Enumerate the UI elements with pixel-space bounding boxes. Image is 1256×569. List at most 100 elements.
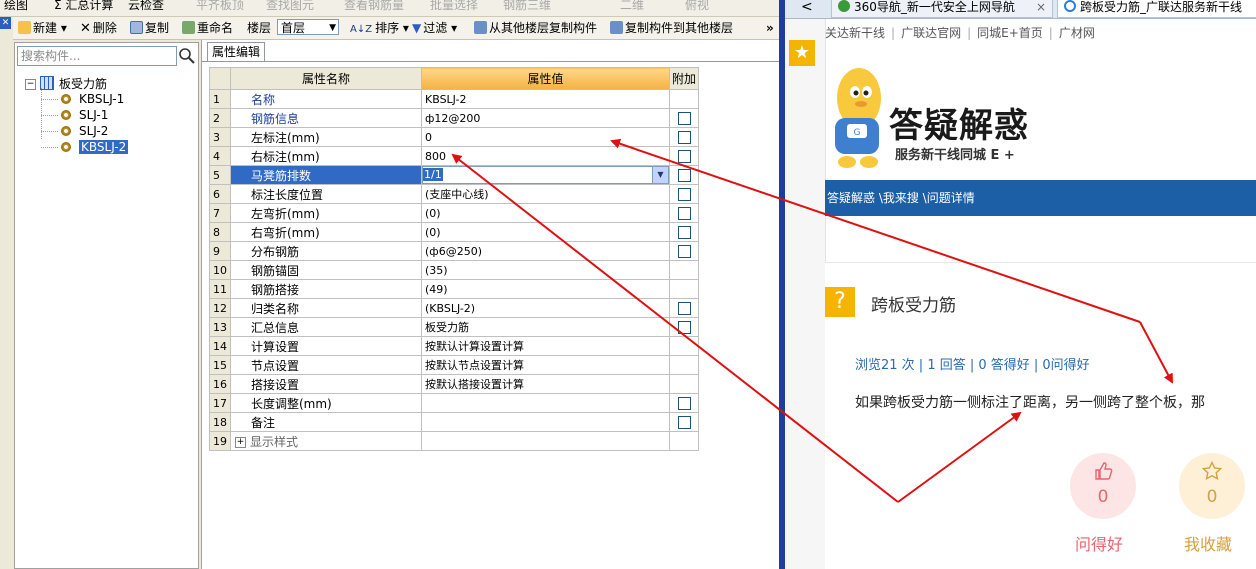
extra-checkbox[interactable]: [677, 226, 691, 239]
property-value[interactable]: (ф6@250): [421, 241, 670, 261]
tab-360-nav[interactable]: 360导航_新一代安全上网导航 ×: [831, 0, 1053, 18]
property-value[interactable]: 按默认节点设置计算: [421, 355, 670, 375]
good-question-button[interactable]: 0: [1070, 453, 1136, 519]
property-value-header[interactable]: 属性值: [421, 67, 670, 90]
menu-batch-select[interactable]: 批量选择: [430, 0, 478, 12]
extra-header[interactable]: 附加: [669, 67, 699, 90]
nav-link[interactable]: 同城E+首页: [977, 26, 1043, 40]
extra-checkbox[interactable]: [677, 169, 691, 182]
property-value[interactable]: 800: [421, 146, 670, 166]
extra-checkbox[interactable]: [677, 321, 691, 334]
collapse-icon[interactable]: −: [25, 79, 36, 90]
property-value[interactable]: [421, 431, 670, 451]
property-value[interactable]: 1/1 ▼: [421, 165, 670, 185]
extra-checkbox[interactable]: [677, 245, 691, 258]
nav-link[interactable]: 广联达官网: [901, 26, 961, 40]
nav-link[interactable]: 广材网: [1059, 26, 1095, 40]
property-value[interactable]: 0: [421, 127, 670, 147]
extra-checkbox[interactable]: [677, 207, 691, 220]
property-value[interactable]: 板受力筋: [421, 317, 670, 337]
breadcrumb[interactable]: 答疑解惑 \我来搜 \问题详情: [825, 180, 1256, 216]
extra-checkbox[interactable]: [677, 397, 691, 410]
tab-current-page[interactable]: 跨板受力筋_广联达服务新干线: [1057, 0, 1256, 18]
close-tab-icon[interactable]: ×: [1036, 0, 1046, 14]
expand-icon[interactable]: +: [235, 436, 246, 448]
property-row[interactable]: 1 名称 KBSLJ-2: [209, 89, 699, 109]
copy-button[interactable]: 复制: [130, 20, 169, 36]
rename-button[interactable]: 重命名: [182, 20, 233, 36]
favorite-label[interactable]: 我收藏: [1184, 531, 1232, 555]
property-row[interactable]: 16 搭接设置 按默认搭接设置计算: [209, 374, 699, 394]
tab-property-edit[interactable]: 属性编辑: [207, 42, 265, 61]
question-stats[interactable]: 浏览21 次 | 1 回答 | 0 答得好 | 0问得好: [855, 354, 1090, 373]
component-search-input[interactable]: 搜索构件...: [17, 46, 177, 66]
copy-from-floor-button[interactable]: 从其他楼层复制构件: [474, 20, 597, 36]
close-icon[interactable]: ✕: [0, 17, 11, 29]
property-row[interactable]: 3 左标注(mm) 0: [209, 127, 699, 147]
property-row[interactable]: 11 钢筋搭接 (49): [209, 279, 699, 299]
property-value[interactable]: KBSLJ-2: [421, 89, 670, 109]
property-row[interactable]: 2 钢筋信息 ф12@200: [209, 108, 699, 128]
floor-dropdown[interactable]: 首层 ▼: [277, 19, 339, 35]
tree-root[interactable]: − 板受力筋: [25, 76, 107, 91]
chevron-down-icon[interactable]: ▼: [652, 167, 668, 183]
menu-summary-calc[interactable]: Σ 汇总计算: [54, 0, 113, 12]
property-row[interactable]: 15 节点设置 按默认节点设置计算: [209, 355, 699, 375]
property-row[interactable]: 13 汇总信息 板受力筋: [209, 317, 699, 337]
site-logo[interactable]: G 答疑解惑 服务新干线同城 E +: [825, 62, 1256, 172]
menu-cloud-check[interactable]: 云检查: [128, 0, 164, 12]
property-value[interactable]: (49): [421, 279, 670, 299]
good-question-label[interactable]: 问得好: [1075, 531, 1123, 555]
extra-checkbox[interactable]: [677, 302, 691, 315]
property-value[interactable]: (KBSLJ-2): [421, 298, 670, 318]
property-row[interactable]: 8 右弯折(mm) (0): [209, 222, 699, 242]
property-row[interactable]: 12 归类名称 (KBSLJ-2): [209, 298, 699, 318]
extra-checkbox[interactable]: [677, 416, 691, 429]
property-row[interactable]: 10 钢筋锚固 (35): [209, 260, 699, 280]
tree-item[interactable]: KBSLJ-1: [61, 92, 124, 107]
copy-to-floor-button[interactable]: 复制构件到其他楼层: [610, 20, 733, 36]
property-value-dropdown[interactable]: 1/1 ▼: [422, 166, 669, 184]
menu-align-top[interactable]: 平齐板顶: [196, 0, 244, 12]
menu-2d[interactable]: 二维: [620, 0, 644, 12]
delete-button[interactable]: ✕ 删除: [80, 20, 117, 36]
search-icon[interactable]: [178, 47, 196, 65]
extra-checkbox[interactable]: [677, 150, 691, 163]
tree-item[interactable]: SLJ-2: [61, 124, 108, 139]
property-name-header[interactable]: 属性名称: [230, 67, 422, 90]
property-value[interactable]: 按默认计算设置计算: [421, 336, 670, 356]
new-button[interactable]: 新建 ▾: [18, 20, 67, 36]
property-value[interactable]: 按默认搭接设置计算: [421, 374, 670, 394]
property-value[interactable]: (支座中心线): [421, 184, 670, 204]
back-button[interactable]: <: [801, 0, 813, 18]
menu-rebar-3d[interactable]: 钢筋三维: [503, 0, 551, 12]
menu-find-element[interactable]: 查找图元: [266, 0, 314, 12]
property-value[interactable]: ф12@200: [421, 108, 670, 128]
property-row[interactable]: 9 分布钢筋 (ф6@250): [209, 241, 699, 261]
property-value[interactable]: (0): [421, 222, 670, 242]
property-row[interactable]: 17 长度调整(mm): [209, 393, 699, 413]
property-row[interactable]: 7 左弯折(mm) (0): [209, 203, 699, 223]
sort-button[interactable]: A↓Z 排序 ▾: [350, 20, 409, 36]
property-row[interactable]: 18 备注: [209, 412, 699, 432]
property-value[interactable]: [421, 412, 670, 432]
menu-top-view[interactable]: 俯视: [685, 0, 709, 12]
tree-item[interactable]: SLJ-1: [61, 108, 108, 123]
property-row[interactable]: 6 标注长度位置 (支座中心线): [209, 184, 699, 204]
property-row[interactable]: 4 右标注(mm) 800: [209, 146, 699, 166]
menu-draw[interactable]: 绘图: [4, 0, 28, 12]
property-value[interactable]: (35): [421, 260, 670, 280]
filter-button[interactable]: ▼ 过滤 ▾: [412, 20, 457, 36]
property-value[interactable]: (0): [421, 203, 670, 223]
favorites-star-icon[interactable]: ★: [789, 40, 815, 66]
favorite-button[interactable]: 0: [1179, 453, 1245, 519]
property-row[interactable]: 5 马凳筋排数 1/1 ▼: [209, 165, 699, 185]
toolbar-overflow-button[interactable]: »: [766, 20, 774, 36]
tree-item-selected[interactable]: KBSLJ-2: [61, 140, 129, 155]
property-row[interactable]: 14 计算设置 按默认计算设置计算: [209, 336, 699, 356]
nav-link[interactable]: 关达新干线: [825, 26, 885, 40]
property-value[interactable]: [421, 393, 670, 413]
menu-view-rebar[interactable]: 查看钢筋量: [344, 0, 404, 12]
extra-checkbox[interactable]: [677, 131, 691, 144]
extra-checkbox[interactable]: [677, 188, 691, 201]
